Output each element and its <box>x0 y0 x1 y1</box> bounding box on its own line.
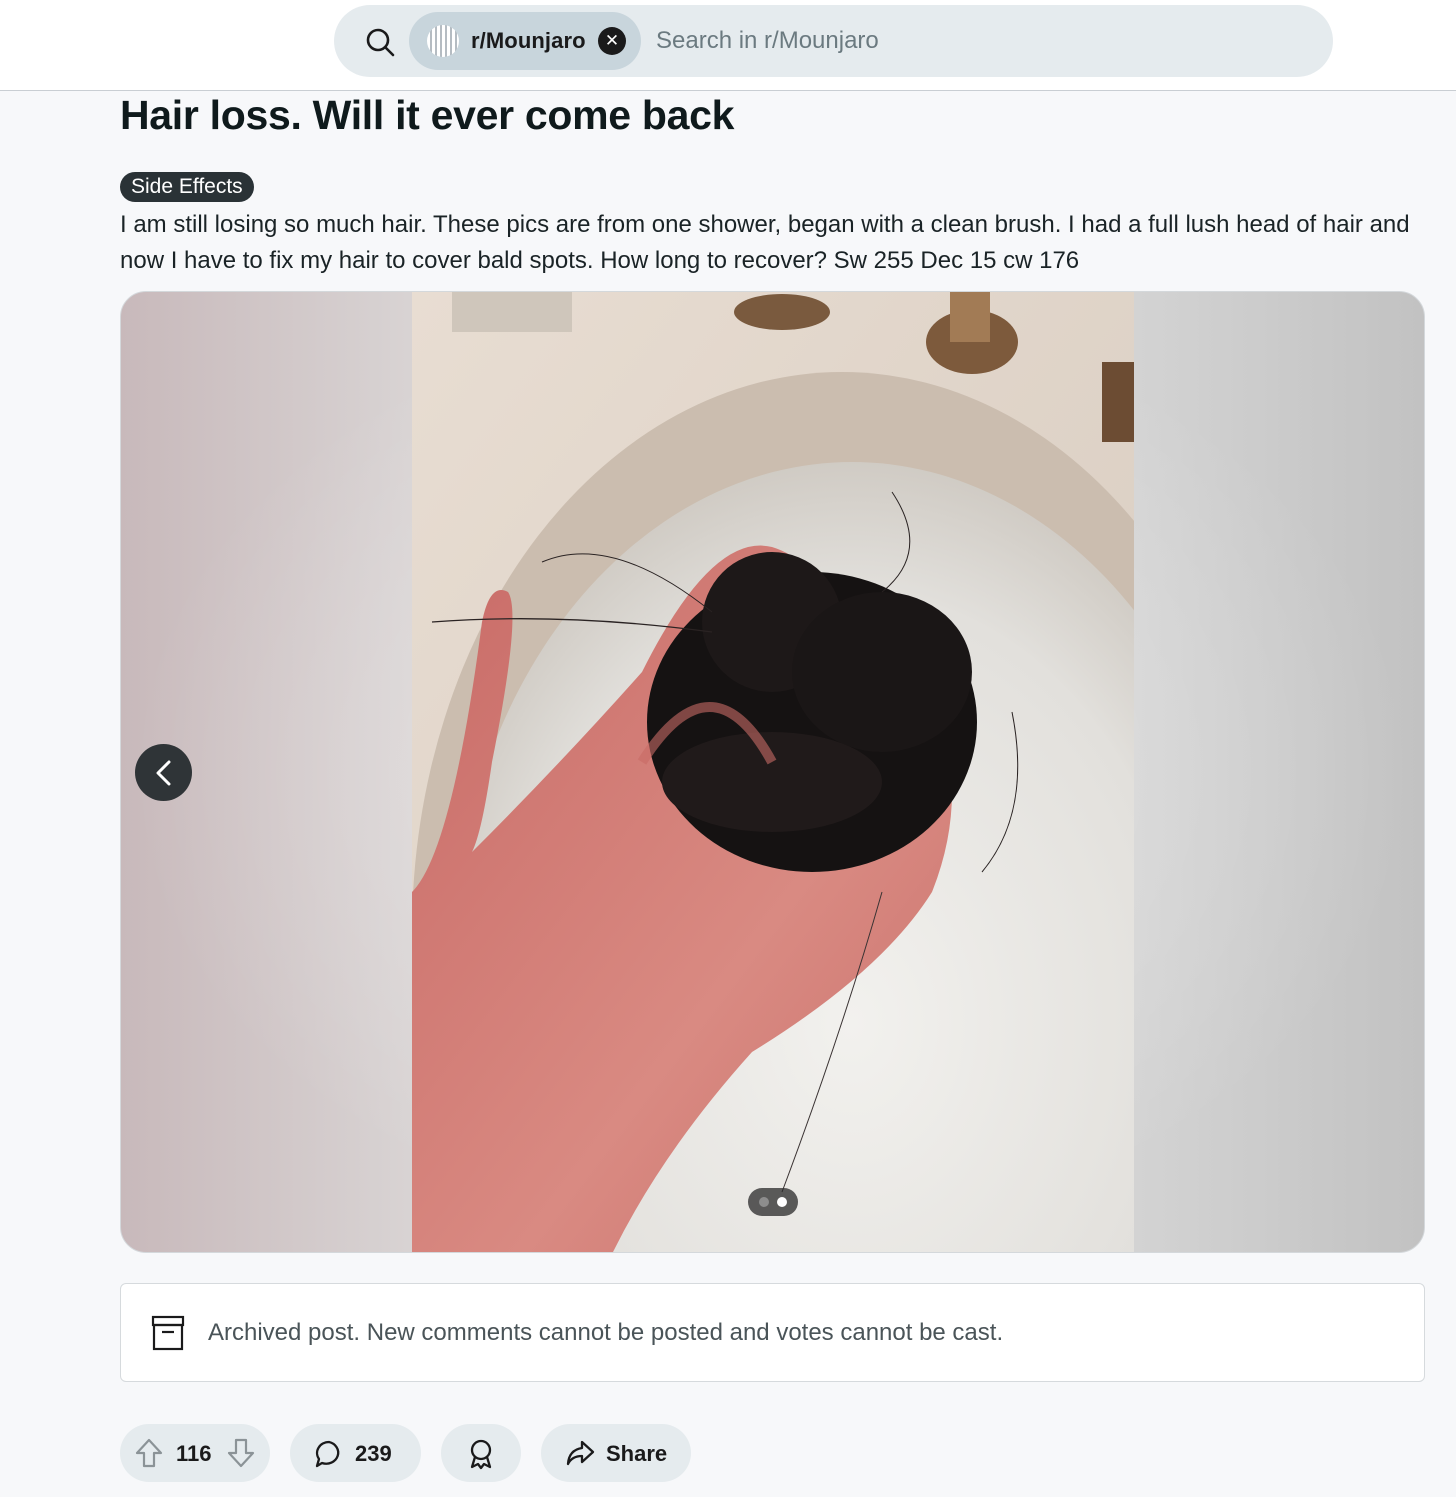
comments-button[interactable]: 239 <box>290 1424 421 1482</box>
vote-count: 116 <box>176 1441 212 1466</box>
image-gallery <box>120 291 1425 1253</box>
search-bar[interactable]: r/Mounjaro ✕ <box>334 5 1333 77</box>
gallery-pagination-dots <box>748 1188 798 1216</box>
archive-icon <box>151 1315 185 1351</box>
pagination-dot-active[interactable] <box>777 1197 787 1207</box>
hair-in-hand-photo <box>412 292 1134 1252</box>
search-input[interactable] <box>656 23 1256 59</box>
share-button[interactable]: Share <box>541 1424 691 1482</box>
previous-image-button[interactable] <box>135 744 192 801</box>
pagination-dot[interactable] <box>759 1197 769 1207</box>
share-label: Share <box>606 1441 668 1466</box>
top-bar: r/Mounjaro ✕ <box>0 0 1456 91</box>
archived-notice-text: Archived post. New comments cannot be po… <box>208 1319 1004 1346</box>
vote-bar: 116 <box>120 1424 270 1482</box>
upvote-icon[interactable] <box>134 1437 164 1469</box>
award-button[interactable] <box>441 1424 521 1482</box>
post-body: I am still losing so much hair. These pi… <box>120 211 1410 274</box>
chevron-left-icon <box>156 760 170 785</box>
comment-icon <box>315 1440 340 1468</box>
subreddit-avatar <box>427 25 459 57</box>
search-icon <box>366 28 395 57</box>
award-icon <box>470 1439 492 1470</box>
comment-count: 239 <box>355 1441 392 1466</box>
archived-notice: Archived post. New comments cannot be po… <box>120 1283 1425 1382</box>
clear-subreddit-icon[interactable]: ✕ <box>598 27 626 55</box>
post-flair[interactable]: Side Effects <box>120 172 254 202</box>
share-icon <box>566 1440 595 1466</box>
post-image[interactable] <box>412 292 1134 1252</box>
subreddit-chip-label: r/Mounjaro <box>471 28 586 53</box>
subreddit-filter-chip[interactable]: r/Mounjaro ✕ <box>409 12 641 70</box>
downvote-icon[interactable] <box>226 1437 256 1469</box>
post-title: Hair loss. Will it ever come back <box>120 92 735 138</box>
